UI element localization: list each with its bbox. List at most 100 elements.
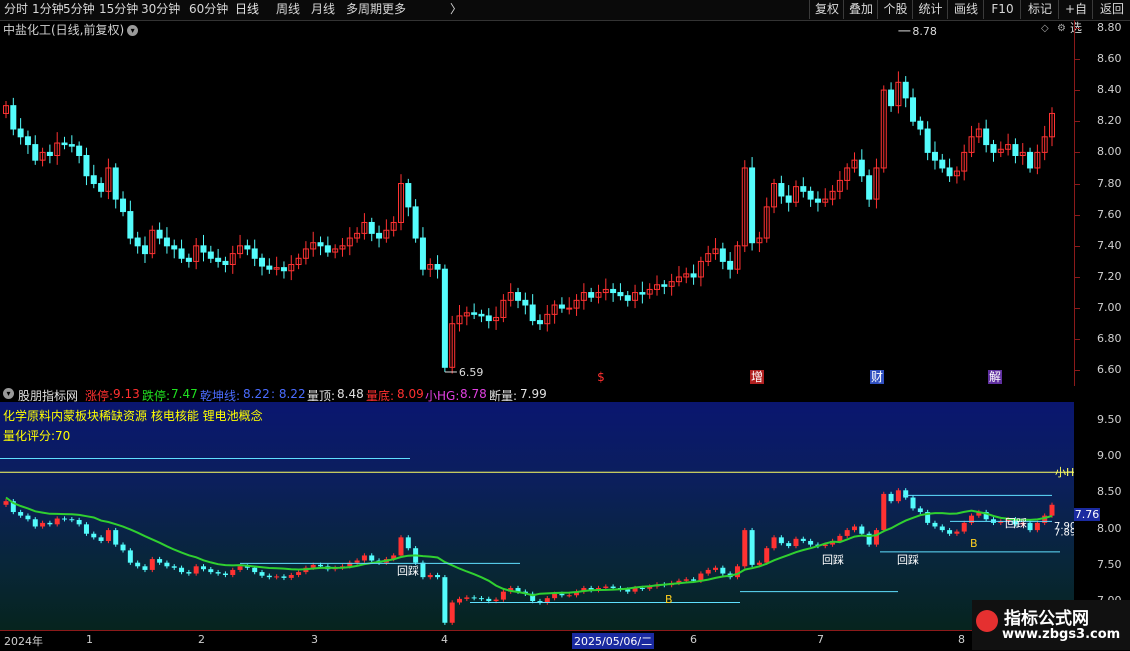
toolbar-button-6[interactable]: 标记 <box>1020 0 1059 19</box>
candle-body <box>910 97 917 122</box>
sub-candle-body <box>83 524 89 534</box>
period-tab-3[interactable]: 15分钟 <box>99 1 138 18</box>
sub-candle-body <box>193 566 199 574</box>
candle-body <box>259 257 266 267</box>
price-tick-mark <box>1075 245 1080 247</box>
sub-candle-body <box>98 537 104 541</box>
sub-candle-body <box>215 572 221 574</box>
sub-candle-body <box>691 579 697 581</box>
candle-body <box>376 232 383 239</box>
price-tick-mark <box>1075 214 1080 216</box>
candle-body <box>485 315 492 322</box>
sub-candle-body <box>200 566 206 570</box>
sub-candle-body <box>318 564 324 567</box>
sub-candle-body <box>771 537 777 549</box>
period-tab-5[interactable]: 60分钟 <box>189 1 228 18</box>
sub-candle-body <box>398 537 404 556</box>
sub-candle-body <box>457 598 463 603</box>
candle-body <box>536 320 543 325</box>
candle-body <box>924 128 931 153</box>
sub-candle-body <box>354 560 360 563</box>
sub-candle-body <box>859 526 865 534</box>
sub-candle-body <box>310 564 316 568</box>
period-tab-10[interactable]: 更多 <box>382 1 406 18</box>
candle-body <box>32 144 39 161</box>
more-arrow-icon[interactable]: 〉 <box>450 1 462 18</box>
candle-body <box>171 245 178 250</box>
period-tab-2[interactable]: 5分钟 <box>63 1 95 18</box>
concept-text: 化学原料内蒙板块稀缺资源 核电核能 锂电池概念 <box>3 409 263 423</box>
candle-body <box>807 190 814 200</box>
sub-candle-body <box>127 550 133 563</box>
toolbar-button-1[interactable]: 叠加 <box>843 0 878 19</box>
sub-candle-body <box>471 597 477 599</box>
toolbar-button-5[interactable]: F10 <box>983 0 1021 19</box>
candle-body <box>785 195 792 203</box>
period-tab-4[interactable]: 30分钟 <box>141 1 180 18</box>
sub-candle-body <box>559 593 565 596</box>
sub-candle-body <box>837 535 843 541</box>
sub-candle-body <box>120 544 126 551</box>
sub-candle-body <box>873 530 879 545</box>
period-tab-0[interactable]: 分时 <box>4 1 28 18</box>
high-label: 8.78 <box>912 25 937 38</box>
candle-body <box>814 198 821 203</box>
toolbar-button-4[interactable]: 画线 <box>947 0 984 19</box>
candle-body <box>515 292 522 301</box>
indicator-tick: 8.00 <box>1097 521 1122 535</box>
low-label: 6.59 <box>459 366 484 379</box>
indicator-tag: 回踩 <box>822 553 844 566</box>
time-label: 3 <box>311 633 318 646</box>
candle-body <box>178 248 185 259</box>
price-tick-mark <box>1075 27 1080 29</box>
candle-body <box>68 144 75 147</box>
indicator-tag: 回踩 <box>397 564 419 577</box>
candle-body <box>405 183 412 208</box>
candle-body <box>280 267 287 272</box>
sub-candle-body <box>947 530 953 534</box>
sub-candle-body <box>230 569 236 575</box>
toolbar-button-8[interactable]: 返回 <box>1092 0 1130 19</box>
period-tab-8[interactable]: 月线 <box>311 1 335 18</box>
hand-logo-icon <box>976 610 998 632</box>
sub-candle-body <box>171 566 177 568</box>
indicator-tick: 8.50 <box>1097 485 1122 499</box>
hg-value: 8.78 <box>460 387 487 401</box>
toolbar-button-2[interactable]: 个股 <box>877 0 913 19</box>
period-tab-7[interactable]: 周线 <box>276 1 300 18</box>
candle-body <box>478 313 485 317</box>
sub-candle-body <box>932 522 938 527</box>
sub-candle-body <box>186 572 192 574</box>
candlestick-chart[interactable]: 8.78 6.59 $ 增 财 解 <box>0 20 1074 386</box>
candle-body <box>610 288 617 294</box>
period-tab-9[interactable]: 多周期 <box>346 1 382 18</box>
watermark-url: www.zbgs3.com <box>1002 627 1121 642</box>
toolbar-button-0[interactable]: 复权 <box>809 0 844 19</box>
sub-candle-body <box>566 595 572 597</box>
candle-body <box>200 245 207 253</box>
score-text: 量化评分:70 <box>3 429 71 443</box>
indicator-tick: 9.00 <box>1097 449 1122 463</box>
sub-candle-body <box>639 588 645 590</box>
candle-body <box>939 159 946 169</box>
sub-candle-body <box>449 602 455 623</box>
sub-candle-body <box>361 555 367 561</box>
sub-candle-body <box>222 573 228 575</box>
candle-body <box>324 245 331 253</box>
period-tab-6[interactable]: 日线 <box>235 1 259 18</box>
candle-body <box>222 260 229 266</box>
candle-body <box>17 128 24 138</box>
toolbar-button-7[interactable]: +自选 <box>1058 0 1093 35</box>
toolbar-button-3[interactable]: 统计 <box>912 0 948 19</box>
candle-body <box>858 159 865 177</box>
candle-body <box>800 186 807 192</box>
candle-body <box>98 183 105 192</box>
candle-body <box>368 221 375 234</box>
period-tab-1[interactable]: 1分钟 <box>32 1 64 18</box>
period-toolbar: 分时 1分钟 5分钟 15分钟 30分钟 60分钟 日线 周线 月线 多周期 更多 〉 复权 叠加 个股 统计… <box>0 0 1130 35</box>
sub-candle-body <box>369 555 375 561</box>
candle-body <box>727 260 734 270</box>
price-tag: 7.76 <box>1074 508 1100 521</box>
indicator-chart[interactable]: 回踩回踩 回踩回踩BB小H7.907.89 <box>0 402 1074 630</box>
candle-body <box>419 237 426 270</box>
